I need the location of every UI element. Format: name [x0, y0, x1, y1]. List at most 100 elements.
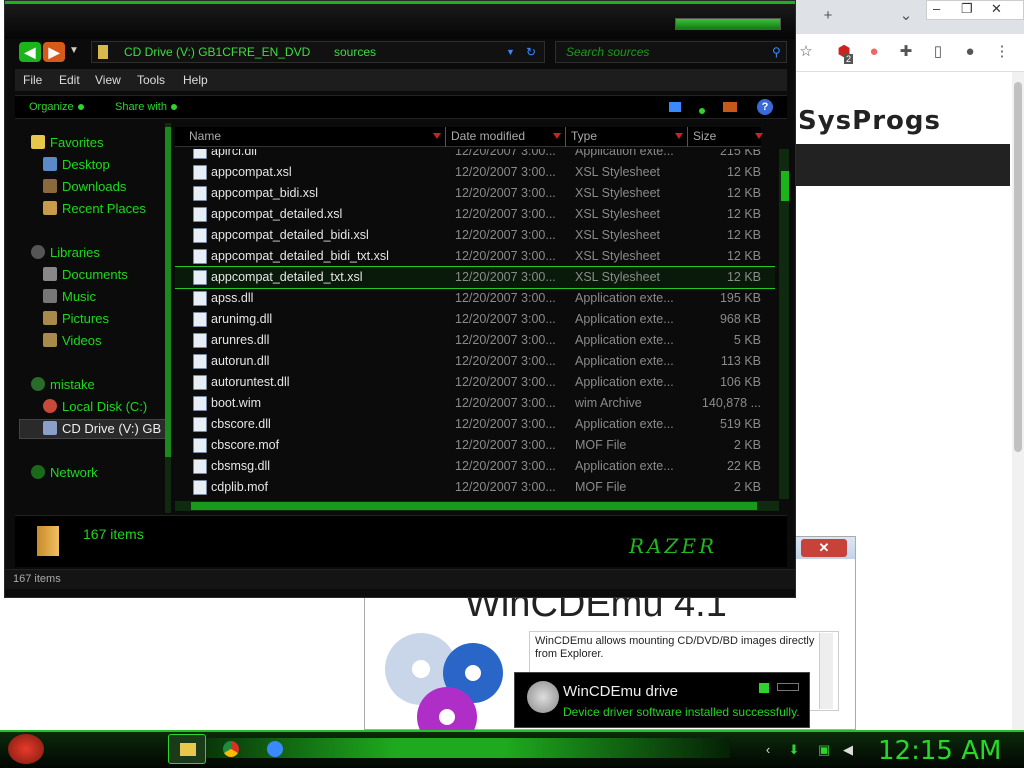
- window-control-buttons[interactable]: [675, 18, 781, 30]
- file-row[interactable]: appcompat_detailed_bidi.xsl 12/20/2007 3:…: [175, 225, 775, 246]
- header-size[interactable]: Size: [693, 129, 716, 143]
- file-row[interactable]: autoruntest.dll 12/20/2007 3:00... Applica…: [175, 372, 775, 393]
- file-icon: [193, 333, 207, 348]
- back-button[interactable]: ◀: [19, 42, 41, 62]
- history-dropdown-icon[interactable]: ▼: [69, 45, 79, 56]
- profile-icon[interactable]: ●: [960, 42, 980, 62]
- view-options-icon[interactable]: [669, 102, 681, 112]
- search-placeholder: Search sources: [566, 45, 650, 59]
- nav-desktop[interactable]: Desktop: [43, 155, 110, 175]
- desktop-icon: [43, 157, 57, 171]
- share-with-button[interactable]: Share with: [115, 101, 177, 113]
- sidebar-icon[interactable]: ▯: [928, 42, 948, 62]
- file-row[interactable]: cbscore.mof 12/20/2007 3:00... MOF File 2 K…: [175, 435, 775, 456]
- file-row[interactable]: autorun.dll 12/20/2007 3:00... Application…: [175, 351, 775, 372]
- file-row[interactable]: appcompat.xsl 12/20/2007 3:00... XSL Style…: [175, 162, 775, 183]
- close-icon[interactable]: ✕: [991, 1, 1002, 17]
- column-divider[interactable]: [445, 127, 446, 147]
- tray-action-center-icon[interactable]: ▣: [816, 742, 832, 758]
- file-list-scrollbar[interactable]: [779, 149, 789, 499]
- folder-icon[interactable]: [168, 734, 206, 764]
- file-row[interactable]: arunres.dll 12/20/2007 3:00... Application…: [175, 330, 775, 351]
- nav-network[interactable]: Network: [31, 463, 98, 483]
- network-globe-icon[interactable]: [256, 734, 294, 764]
- restore-icon[interactable]: ❐: [961, 1, 973, 17]
- file-row[interactable]: cdplib.mof 12/20/2007 3:00... MOF File 2 KB: [175, 477, 775, 498]
- forward-button[interactable]: ▶: [43, 42, 65, 62]
- refresh-icon[interactable]: ↻: [526, 42, 536, 62]
- tray-usb-icon[interactable]: ⬇: [786, 742, 802, 758]
- new-tab-icon[interactable]: +: [818, 6, 838, 26]
- preview-pane-icon[interactable]: [723, 102, 737, 112]
- tray-volume-icon[interactable]: ◀: [840, 742, 856, 758]
- view-dropdown-icon[interactable]: [695, 102, 705, 117]
- star-icon[interactable]: ☆: [796, 42, 816, 62]
- menu-edit[interactable]: Edit: [59, 73, 80, 87]
- nav-computer[interactable]: mistake: [31, 375, 95, 395]
- type-filter-icon[interactable]: [675, 133, 683, 139]
- notification-balloon[interactable]: WinCDEmu drive Device driver software in…: [514, 672, 810, 728]
- notification-close-button[interactable]: [777, 683, 799, 691]
- puzzle-icon[interactable]: ✚: [896, 42, 916, 62]
- nav-downloads[interactable]: Downloads: [43, 177, 126, 197]
- taskbar-clock[interactable]: 12:15 AM: [878, 736, 1001, 766]
- date-filter-icon[interactable]: [553, 133, 561, 139]
- menu-view[interactable]: View: [95, 73, 121, 87]
- column-divider[interactable]: [687, 127, 688, 147]
- help-icon[interactable]: ?: [757, 99, 773, 115]
- file-type: Application exte...: [575, 149, 674, 158]
- notification-options-icon[interactable]: [759, 683, 769, 693]
- file-row[interactable]: arunimg.dll 12/20/2007 3:00... Application…: [175, 309, 775, 330]
- file-row[interactable]: appcompat_detailed.xsl 12/20/2007 3:00...…: [175, 204, 775, 225]
- nav-local-disk[interactable]: Local Disk (C:): [43, 397, 147, 417]
- menu-help[interactable]: Help: [183, 73, 208, 87]
- header-date[interactable]: Date modified: [451, 129, 525, 143]
- close-button[interactable]: ✕: [801, 539, 847, 557]
- file-row[interactable]: boot.wim 12/20/2007 3:00... wim Archive 140…: [175, 393, 775, 414]
- address-bar[interactable]: CD Drive (V:) GB1CFRE_EN_DVD sources ▼ ↻: [91, 41, 545, 63]
- nav-videos[interactable]: Videos: [43, 331, 102, 351]
- translate-icon[interactable]: ●: [864, 42, 884, 62]
- nav-pictures[interactable]: Pictures: [43, 309, 109, 329]
- header-name[interactable]: Name: [189, 129, 221, 143]
- address-folder[interactable]: sources: [334, 42, 376, 62]
- column-divider[interactable]: [565, 127, 566, 147]
- nav-cd-drive[interactable]: CD Drive (V:) GB: [43, 419, 161, 439]
- menu-tools[interactable]: Tools: [137, 73, 165, 87]
- organize-button[interactable]: Organize: [29, 101, 84, 113]
- file-row[interactable]: appcompat_detailed_txt.xsl 12/20/2007 3:0…: [175, 266, 775, 289]
- search-box[interactable]: Search sources ⚲: [555, 41, 787, 63]
- browser-scroll-thumb[interactable]: [1014, 82, 1022, 452]
- nav-documents[interactable]: Documents: [43, 265, 128, 285]
- nav-favorites[interactable]: Favorites: [31, 133, 103, 153]
- more-icon[interactable]: ⋮: [992, 42, 1012, 62]
- tray-arrow-icon[interactable]: ‹: [760, 742, 776, 758]
- tab-search-icon[interactable]: ⌄: [896, 6, 916, 26]
- minimize-icon[interactable]: –: [933, 1, 940, 16]
- size-filter-icon[interactable]: [755, 133, 763, 139]
- name-filter-icon[interactable]: [433, 133, 441, 139]
- search-icon[interactable]: ⚲: [772, 42, 781, 62]
- header-type[interactable]: Type: [571, 129, 597, 143]
- horizontal-scroll-thumb[interactable]: [191, 502, 757, 510]
- file-row[interactable]: appcompat_detailed_bidi_txt.xsl 12/20/200…: [175, 246, 775, 267]
- file-row[interactable]: cbsmsg.dll 12/20/2007 3:00... Application …: [175, 456, 775, 477]
- file-row[interactable]: appcompat_bidi.xsl 12/20/2007 3:00... XSL …: [175, 183, 775, 204]
- menu-file[interactable]: File: [23, 73, 42, 87]
- nav-libraries[interactable]: Libraries: [31, 243, 100, 263]
- file-size: 12 KB: [726, 165, 761, 179]
- browser-scrollbar[interactable]: [1012, 72, 1024, 730]
- nav-music[interactable]: Music: [43, 287, 96, 307]
- address-drive[interactable]: CD Drive (V:) GB1CFRE_EN_DVD: [124, 42, 310, 62]
- angry-bird-start-icon[interactable]: [8, 734, 44, 764]
- file-list-scroll-thumb[interactable]: [781, 171, 789, 201]
- file-row[interactable]: apircl.dll 12/20/2007 3:00... Application …: [175, 149, 775, 162]
- nav-scroll-thumb[interactable]: [165, 127, 171, 457]
- nav-recent-places[interactable]: Recent Places: [43, 199, 146, 219]
- address-dropdown-icon[interactable]: ▼: [506, 42, 515, 62]
- file-row[interactable]: apss.dll 12/20/2007 3:00... Application ex…: [175, 288, 775, 309]
- file-name: appcompat_detailed_bidi_txt.xsl: [211, 249, 389, 263]
- chrome-icon[interactable]: [212, 734, 250, 764]
- file-row[interactable]: cbscore.dll 12/20/2007 3:00... Application…: [175, 414, 775, 435]
- description-scrollbar[interactable]: [819, 633, 833, 709]
